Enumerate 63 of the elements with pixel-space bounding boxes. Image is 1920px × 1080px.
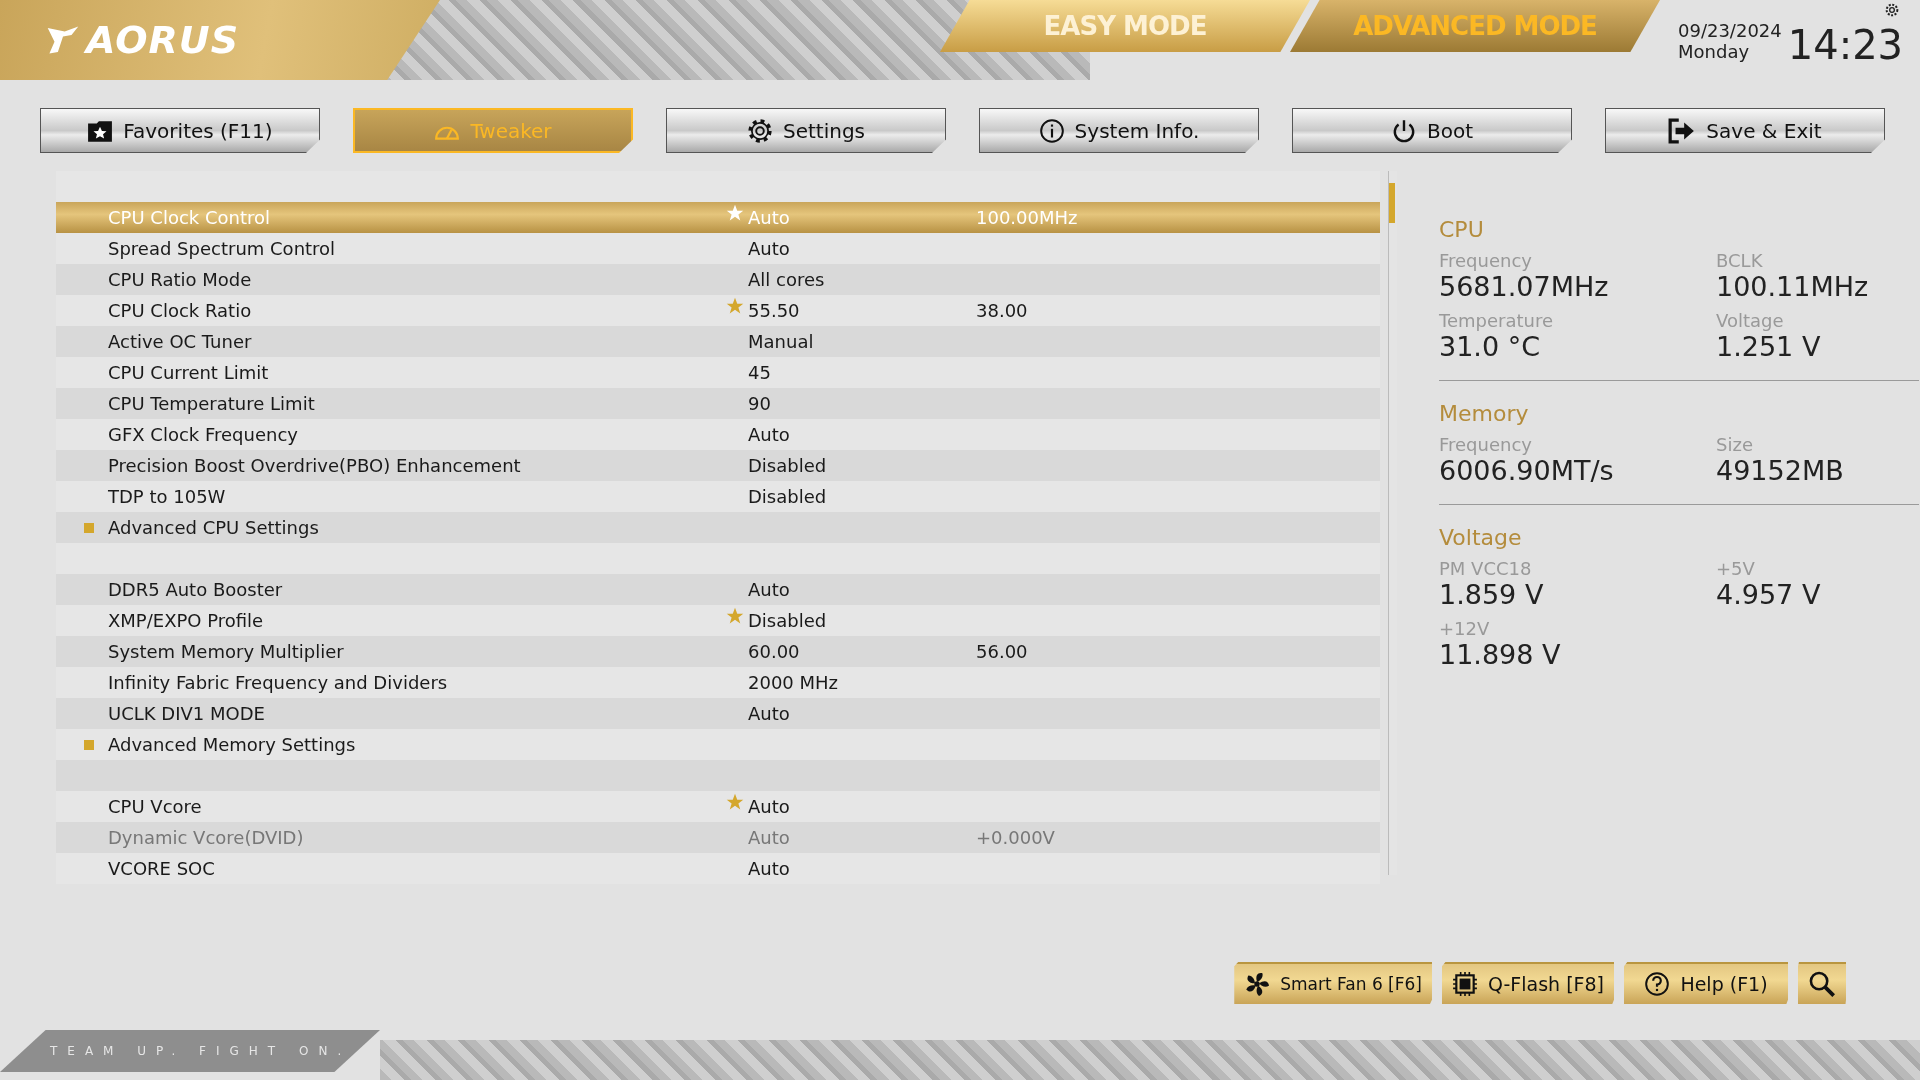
menu-tab[interactable]: Settings xyxy=(666,108,946,153)
setting-row[interactable]: CPU Ratio Mode All cores xyxy=(56,264,1380,295)
reading-label: Frequency xyxy=(1439,250,1533,271)
reading-label: Voltage xyxy=(1716,310,1785,331)
setting-row[interactable]: TDP to 105W Disabled xyxy=(56,481,1380,512)
reading-value: 100.11MHz xyxy=(1716,271,1870,302)
gear-icon xyxy=(747,117,773,144)
menu-tab[interactable]: System Info. xyxy=(979,108,1259,153)
setting-row[interactable]: Precision Boost Overdrive(PBO) Enhancement Disabled xyxy=(56,450,1380,481)
chip-icon xyxy=(1452,971,1478,997)
section-title: Voltage xyxy=(1439,525,1523,550)
reading-label: Frequency xyxy=(1439,434,1533,455)
square-bullet-icon xyxy=(84,739,94,750)
setting-row[interactable]: CPU Vcore Auto xyxy=(56,791,1380,822)
info-icon xyxy=(1038,117,1065,144)
reading-value: 4.957 V xyxy=(1716,579,1822,610)
setting-row[interactable]: CPU Current Limit 45 xyxy=(56,357,1380,388)
reading-value: 31.0 °C xyxy=(1439,331,1542,362)
reading-label: Temperature xyxy=(1439,310,1555,331)
setting-row[interactable]: UCLK DIV1 MODE Auto xyxy=(56,698,1380,729)
reading-value: 6006.90MT/s xyxy=(1439,455,1615,486)
section-title: Memory xyxy=(1439,401,1530,426)
search-button[interactable] xyxy=(1798,962,1846,1004)
reading-label: +12V xyxy=(1439,618,1491,639)
setting-row[interactable]: CPU Temperature Limit 90 xyxy=(56,388,1380,419)
setting-row[interactable]: XMP/EXPO Profile Disabled xyxy=(56,605,1380,636)
reading-label: BCLK xyxy=(1716,250,1764,271)
submenu-row[interactable]: Advanced CPU Settings xyxy=(56,512,1380,543)
setting-row[interactable]: Spread Spectrum Control Auto xyxy=(56,233,1380,264)
fan-icon xyxy=(1244,971,1271,997)
reading-value: 49152MB xyxy=(1716,455,1845,486)
time-text: 14:23 xyxy=(1787,22,1904,68)
square-bullet-icon xyxy=(84,522,94,533)
search-icon xyxy=(1808,970,1836,998)
reading-value: 1.251 V xyxy=(1716,331,1822,362)
section-title: CPU xyxy=(1439,217,1485,242)
menu-tab[interactable]: Boot xyxy=(1292,108,1572,153)
reading-value: 1.859 V xyxy=(1439,579,1545,610)
tool-button[interactable]: Smart Fan 6 [F6] xyxy=(1234,962,1432,1004)
tool-button[interactable]: Q-Flash [F8] xyxy=(1442,962,1614,1004)
setting-row[interactable]: GFX Clock Frequency Auto xyxy=(56,419,1380,450)
tool-button[interactable]: Help (F1) xyxy=(1624,962,1788,1004)
reading-value: 5681.07MHz xyxy=(1439,271,1610,302)
reading-label: Size xyxy=(1716,434,1754,455)
setting-row[interactable]: System Memory Multiplier 60.00 56.00 xyxy=(56,636,1380,667)
reading-value: 11.898 V xyxy=(1439,639,1562,670)
date-text: 09/23/2024 xyxy=(1678,20,1782,41)
setting-row[interactable]: DDR5 Auto Booster Auto xyxy=(56,574,1380,605)
submenu-row[interactable]: Advanced Memory Settings xyxy=(56,729,1380,760)
menu-tab[interactable]: Favorites (F11) xyxy=(40,108,320,153)
setting-row[interactable]: Active OC Tuner Manual xyxy=(56,326,1380,357)
help-icon xyxy=(1644,971,1671,997)
weekday-text: Monday xyxy=(1678,41,1751,62)
eagle-logo-icon xyxy=(46,24,80,56)
setting-row[interactable]: CPU Clock Ratio 55.50 38.00 xyxy=(56,295,1380,326)
reading-label: +5V xyxy=(1716,558,1756,579)
settings-icon[interactable] xyxy=(1884,2,1900,18)
reading-label: PM VCC18 xyxy=(1439,558,1533,579)
star-folder-icon xyxy=(87,118,114,143)
menu-tab[interactable]: Save & Exit xyxy=(1605,108,1885,153)
setting-row[interactable]: Infinity Fabric Frequency and Dividers 2000 MHz xyxy=(56,667,1380,698)
setting-row[interactable]: VCORE SOC Auto xyxy=(56,853,1380,884)
slogan-text: TEAM UP. FIGHT ON. xyxy=(50,1044,352,1058)
